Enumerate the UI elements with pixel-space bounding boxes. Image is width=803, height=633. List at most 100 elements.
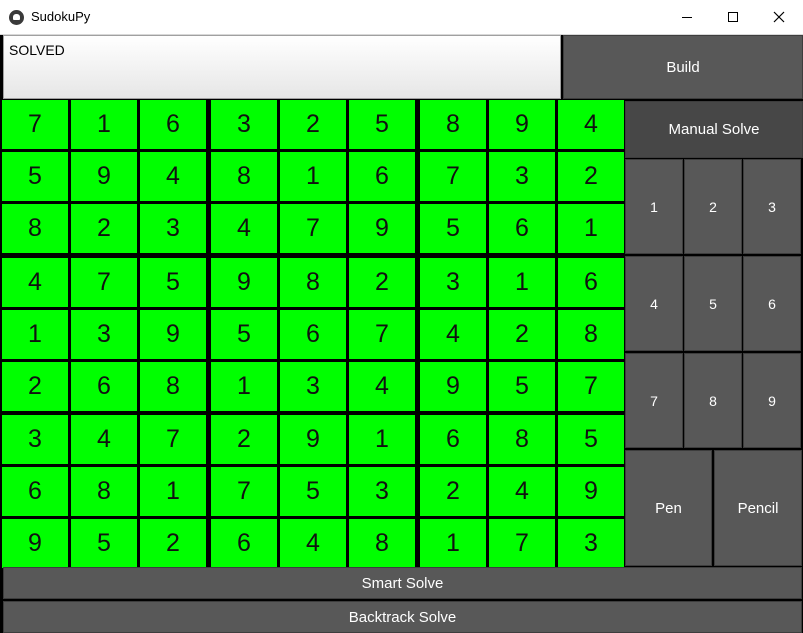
sudoku-cell-r6-c7[interactable]: 9	[420, 362, 486, 411]
sudoku-cell-r2-c8[interactable]: 3	[489, 152, 555, 201]
sudoku-cell-r6-c5[interactable]: 3	[280, 362, 346, 411]
sudoku-cell-r9-c8[interactable]: 7	[489, 519, 555, 568]
number-button-4[interactable]: 4	[625, 256, 683, 351]
pen-button[interactable]: Pen	[625, 450, 712, 566]
sudoku-cell-r8-c2[interactable]: 8	[71, 467, 137, 516]
sudoku-cell-r2-c3[interactable]: 4	[140, 152, 206, 201]
sudoku-cell-r5-c2[interactable]: 3	[71, 310, 137, 359]
sudoku-cell-r6-c3[interactable]: 8	[140, 362, 206, 411]
smart-solve-button[interactable]: Smart Solve	[3, 567, 802, 599]
sudoku-cell-r4-c3[interactable]: 5	[140, 258, 206, 307]
number-button-7[interactable]: 7	[625, 353, 683, 448]
sudoku-cell-r8-c8[interactable]: 4	[489, 467, 555, 516]
sudoku-cell-r5-c8[interactable]: 2	[489, 310, 555, 359]
sudoku-cell-r3-c7[interactable]: 5	[420, 204, 486, 253]
sudoku-cell-r5-c4[interactable]: 5	[211, 310, 277, 359]
sudoku-cell-r2-c5[interactable]: 1	[280, 152, 346, 201]
maximize-button[interactable]	[710, 0, 756, 34]
sudoku-cell-r7-c2[interactable]: 4	[71, 415, 137, 464]
sudoku-cell-r7-c7[interactable]: 6	[420, 415, 486, 464]
sudoku-cell-r1-c8[interactable]: 9	[489, 100, 555, 149]
sudoku-cell-r2-c7[interactable]: 7	[420, 152, 486, 201]
build-button[interactable]: Build	[563, 35, 803, 99]
sudoku-cell-r9-c1[interactable]: 9	[2, 519, 68, 568]
sudoku-cell-r5-c7[interactable]: 4	[420, 310, 486, 359]
backtrack-solve-button[interactable]: Backtrack Solve	[3, 601, 802, 633]
status-field[interactable]: SOLVED	[3, 35, 561, 99]
sudoku-cell-r2-c2[interactable]: 9	[71, 152, 137, 201]
sudoku-cell-r9-c3[interactable]: 2	[140, 519, 206, 568]
number-button-2[interactable]: 2	[684, 159, 742, 254]
sudoku-cell-r7-c9[interactable]: 5	[558, 415, 624, 464]
sudoku-cell-r9-c6[interactable]: 8	[349, 519, 415, 568]
sudoku-cell-r3-c5[interactable]: 7	[280, 204, 346, 253]
sudoku-cell-r6-c1[interactable]: 2	[2, 362, 68, 411]
sudoku-cell-r4-c1[interactable]: 4	[2, 258, 68, 307]
sudoku-cell-r7-c8[interactable]: 8	[489, 415, 555, 464]
sudoku-cell-r7-c6[interactable]: 1	[349, 415, 415, 464]
sudoku-cell-r4-c6[interactable]: 2	[349, 258, 415, 307]
sudoku-cell-r2-c4[interactable]: 8	[211, 152, 277, 201]
sudoku-cell-r3-c6[interactable]: 9	[349, 204, 415, 253]
sudoku-cell-r8-c4[interactable]: 7	[211, 467, 277, 516]
sudoku-cell-r3-c4[interactable]: 4	[211, 204, 277, 253]
sudoku-cell-r1-c6[interactable]: 5	[349, 100, 415, 149]
number-button-3[interactable]: 3	[743, 159, 801, 254]
sudoku-cell-r4-c8[interactable]: 1	[489, 258, 555, 307]
sudoku-cell-r3-c8[interactable]: 6	[489, 204, 555, 253]
sudoku-cell-r8-c7[interactable]: 2	[420, 467, 486, 516]
sudoku-cell-r2-c6[interactable]: 6	[349, 152, 415, 201]
sudoku-cell-r5-c5[interactable]: 6	[280, 310, 346, 359]
sudoku-cell-r4-c5[interactable]: 8	[280, 258, 346, 307]
sudoku-cell-r1-c5[interactable]: 2	[280, 100, 346, 149]
manual-solve-button[interactable]: Manual Solve	[625, 101, 803, 158]
sudoku-cell-r5-c1[interactable]: 1	[2, 310, 68, 359]
sudoku-cell-r6-c8[interactable]: 5	[489, 362, 555, 411]
sudoku-cell-r4-c7[interactable]: 3	[420, 258, 486, 307]
sudoku-cell-r8-c5[interactable]: 5	[280, 467, 346, 516]
sudoku-cell-r9-c5[interactable]: 4	[280, 519, 346, 568]
sudoku-cell-r6-c9[interactable]: 7	[558, 362, 624, 411]
sudoku-cell-r4-c2[interactable]: 7	[71, 258, 137, 307]
sudoku-cell-r7-c3[interactable]: 7	[140, 415, 206, 464]
sudoku-cell-r9-c9[interactable]: 3	[558, 519, 624, 568]
sudoku-cell-r3-c1[interactable]: 8	[2, 204, 68, 253]
number-button-5[interactable]: 5	[684, 256, 742, 351]
sudoku-cell-r7-c5[interactable]: 9	[280, 415, 346, 464]
sudoku-cell-r5-c6[interactable]: 7	[349, 310, 415, 359]
number-button-8[interactable]: 8	[684, 353, 742, 448]
minimize-button[interactable]	[664, 0, 710, 34]
sudoku-cell-r1-c7[interactable]: 8	[420, 100, 486, 149]
sudoku-cell-r2-c9[interactable]: 2	[558, 152, 624, 201]
sudoku-cell-r3-c2[interactable]: 2	[71, 204, 137, 253]
sudoku-cell-r8-c1[interactable]: 6	[2, 467, 68, 516]
sudoku-cell-r1-c3[interactable]: 6	[140, 100, 206, 149]
sudoku-cell-r6-c4[interactable]: 1	[211, 362, 277, 411]
sudoku-cell-r1-c2[interactable]: 1	[71, 100, 137, 149]
sudoku-cell-r9-c7[interactable]: 1	[420, 519, 486, 568]
sudoku-cell-r6-c2[interactable]: 6	[71, 362, 137, 411]
sudoku-cell-r8-c6[interactable]: 3	[349, 467, 415, 516]
sudoku-cell-r1-c1[interactable]: 7	[2, 100, 68, 149]
number-button-1[interactable]: 1	[625, 159, 683, 254]
sudoku-cell-r2-c1[interactable]: 5	[2, 152, 68, 201]
sudoku-cell-r9-c2[interactable]: 5	[71, 519, 137, 568]
sudoku-cell-r4-c9[interactable]: 6	[558, 258, 624, 307]
number-button-9[interactable]: 9	[743, 353, 801, 448]
sudoku-cell-r9-c4[interactable]: 6	[211, 519, 277, 568]
sudoku-cell-r8-c3[interactable]: 1	[140, 467, 206, 516]
sudoku-cell-r1-c4[interactable]: 3	[211, 100, 277, 149]
sudoku-cell-r7-c4[interactable]: 2	[211, 415, 277, 464]
close-button[interactable]	[756, 0, 802, 34]
pencil-button[interactable]: Pencil	[714, 450, 802, 566]
number-button-6[interactable]: 6	[743, 256, 801, 351]
sudoku-cell-r4-c4[interactable]: 9	[211, 258, 277, 307]
sudoku-cell-r8-c9[interactable]: 9	[558, 467, 624, 516]
sudoku-cell-r3-c3[interactable]: 3	[140, 204, 206, 253]
sudoku-cell-r6-c6[interactable]: 4	[349, 362, 415, 411]
sudoku-cell-r5-c9[interactable]: 8	[558, 310, 624, 359]
sudoku-cell-r3-c9[interactable]: 1	[558, 204, 624, 253]
sudoku-cell-r1-c9[interactable]: 4	[558, 100, 624, 149]
sudoku-cell-r5-c3[interactable]: 9	[140, 310, 206, 359]
sudoku-cell-r7-c1[interactable]: 3	[2, 415, 68, 464]
